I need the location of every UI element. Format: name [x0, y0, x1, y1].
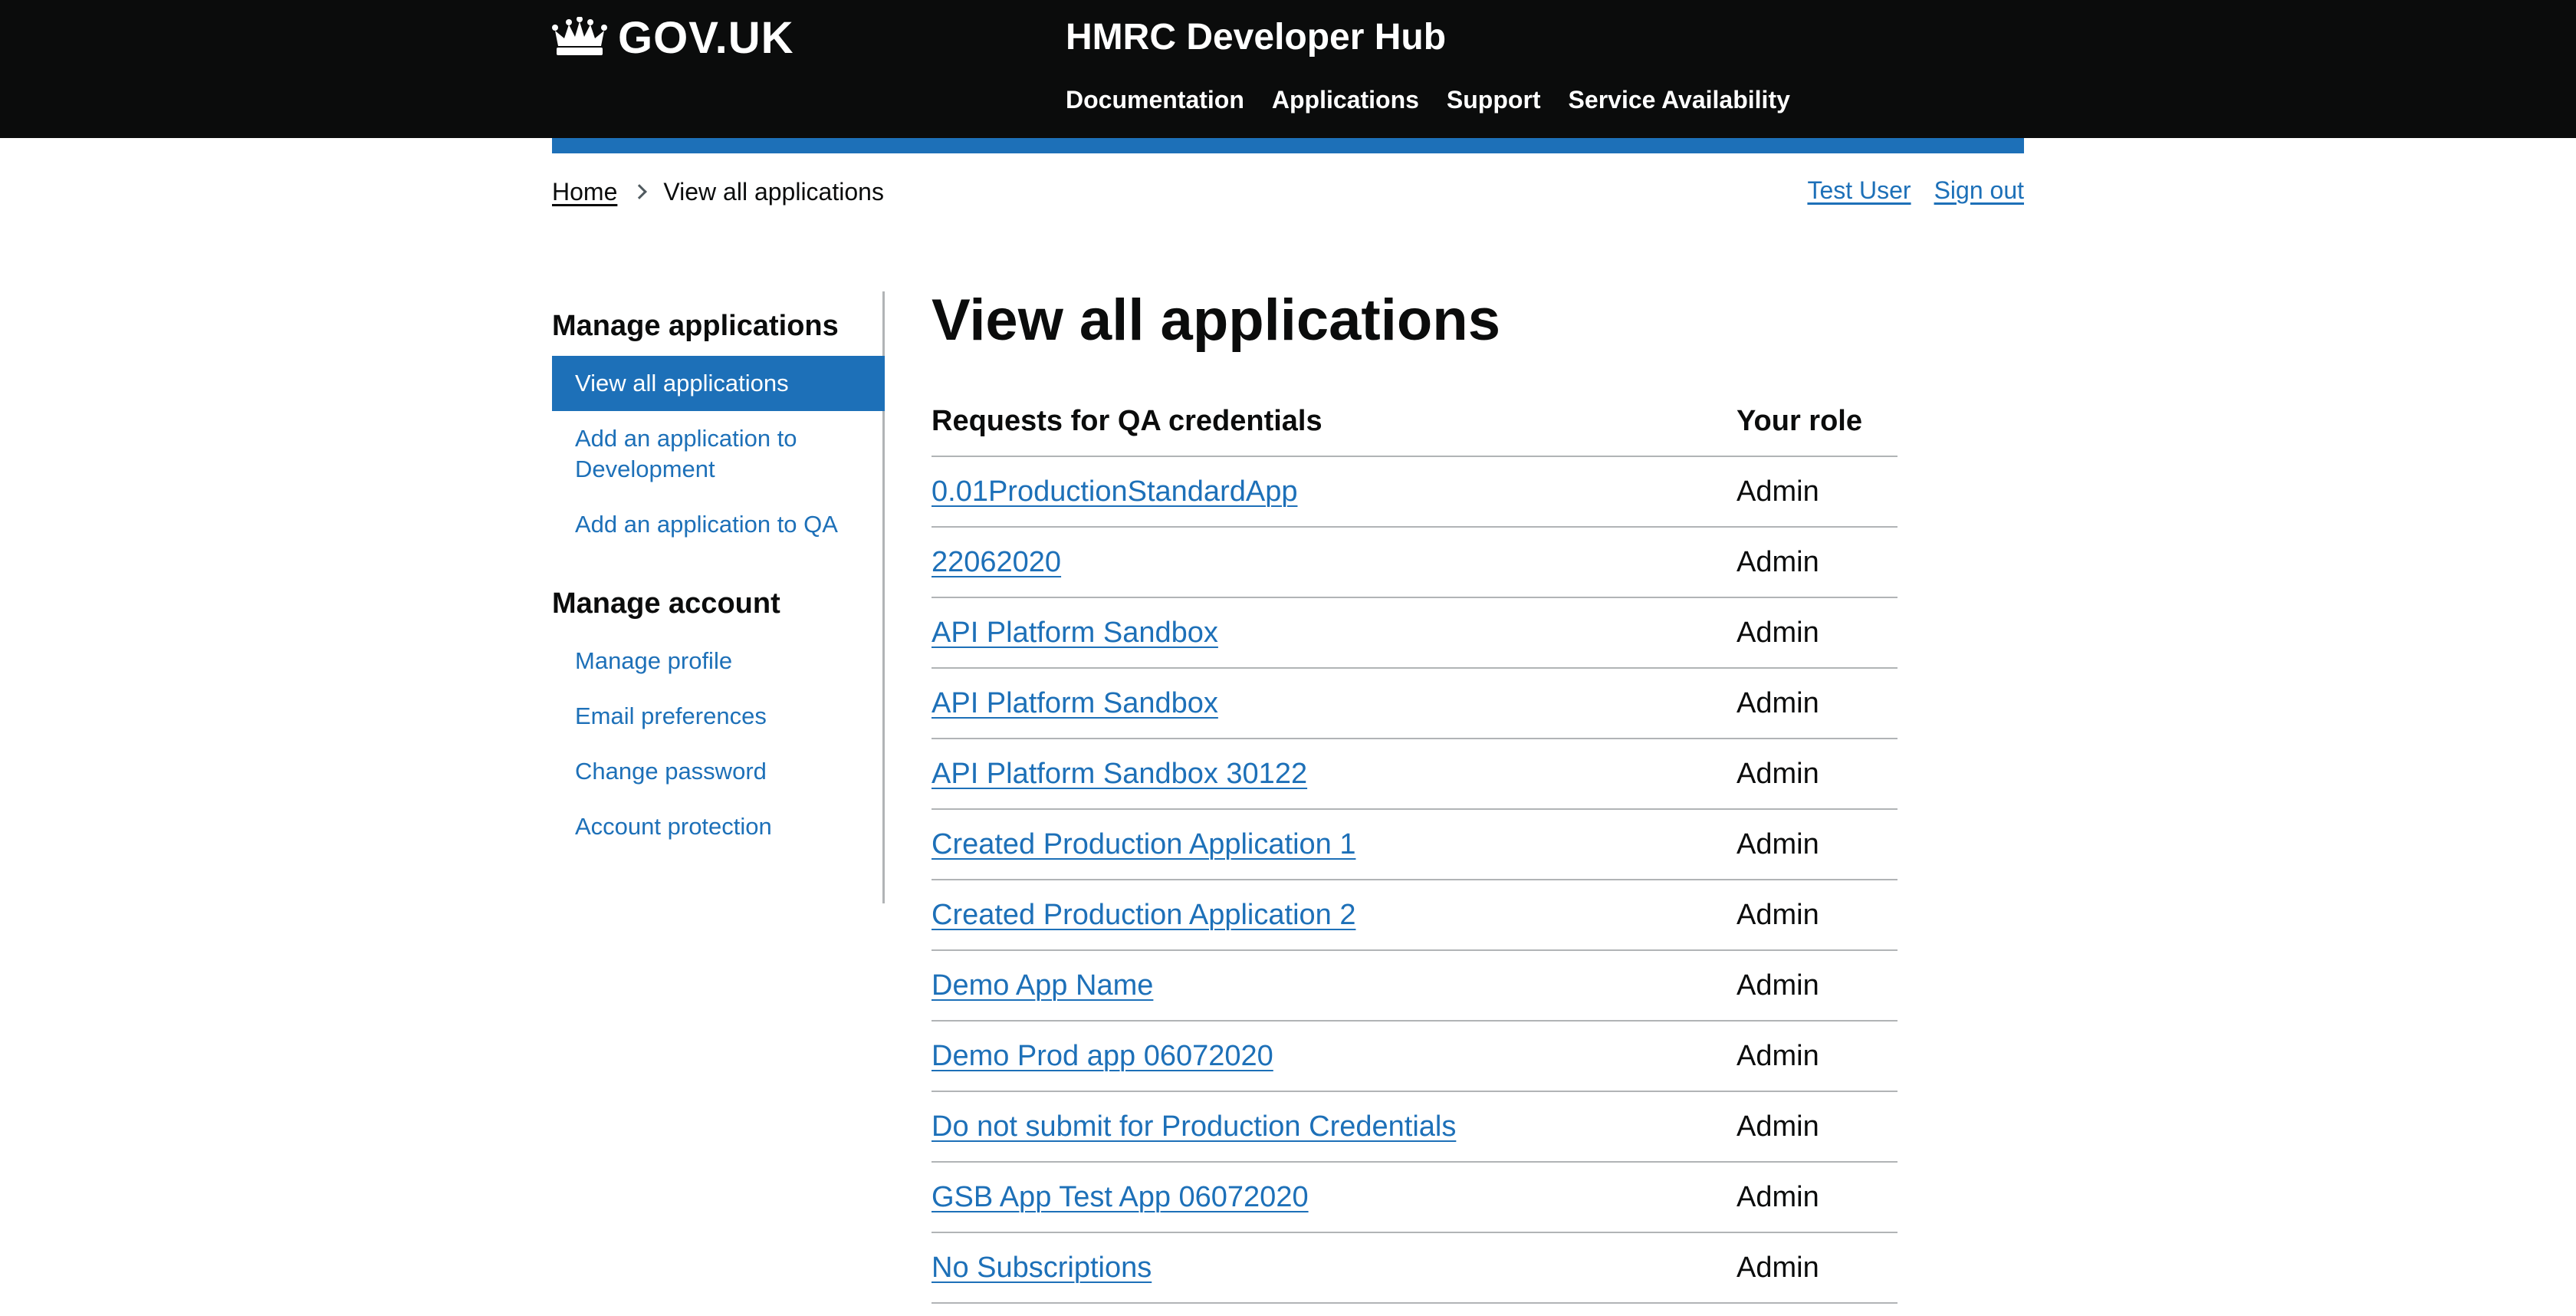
manage-account-heading: Manage account [552, 587, 780, 620]
sidebar-item-account-protection[interactable]: Account protection [552, 799, 885, 854]
application-name-cell: GSB App Test App 06072020 [932, 1162, 1737, 1233]
application-role-cell: Admin [1737, 1091, 1898, 1163]
table-row: API Platform Sandbox Admin [932, 668, 1898, 739]
application-link[interactable]: Created Production Application 1 [932, 828, 1355, 860]
sidebar: Manage applications View all application… [552, 291, 885, 903]
table-row: 22062020 Admin [932, 527, 1898, 598]
application-role-cell: Admin [1737, 1232, 1898, 1304]
table-row: 0.01ProductionStandardApp Admin [932, 456, 1898, 528]
table-row: Created Production Application 2 Admin [932, 880, 1898, 951]
application-role-cell: Admin [1737, 1162, 1898, 1233]
sidebar-item-view-all-applications[interactable]: View all applications [552, 356, 885, 411]
sidebar-item-manage-profile[interactable]: Manage profile [552, 633, 885, 689]
table-row: API Platform Sandbox Admin [932, 597, 1898, 669]
column-header-role: Your role [1737, 397, 1898, 457]
table-row: API Platform Sandbox 30122 Admin [932, 739, 1898, 810]
sidebar-item-change-password[interactable]: Change password [552, 744, 885, 799]
table-row: No Subscriptions Admin [932, 1232, 1898, 1304]
crown-icon [552, 17, 607, 55]
nav-documentation[interactable]: Documentation [1066, 83, 1244, 117]
application-name-cell: 22062020 [932, 527, 1737, 598]
application-name-cell: Do not submit for Production Credentials [932, 1091, 1737, 1163]
application-name-cell: API Platform Sandbox 30122 [932, 739, 1737, 810]
govuk-logo-link[interactable]: GOV.UK [552, 12, 794, 63]
logo-text: GOV.UK [618, 12, 794, 63]
application-link[interactable]: API Platform Sandbox [932, 617, 1218, 649]
application-name-cell: No Subscriptions [932, 1232, 1737, 1304]
application-name-cell: Demo Prod app 06072020 [932, 1021, 1737, 1092]
nav-service-availability[interactable]: Service Availability [1569, 83, 1790, 117]
table-row: Demo App Name Admin [932, 950, 1898, 1022]
table-header-row: Requests for QA credentials Your role [932, 397, 1898, 457]
table-row: Created Production Application 1 Admin [932, 809, 1898, 880]
application-role-cell: Admin [1737, 809, 1898, 880]
table-row: Do not submit for Production Credentials… [932, 1091, 1898, 1163]
application-role-cell: Admin [1737, 880, 1898, 951]
application-link[interactable]: 22062020 [932, 546, 1061, 578]
page-title: View all applications [932, 288, 1500, 353]
header-blue-bar [552, 138, 2024, 153]
sidebar-item-add-application-development[interactable]: Add an application to Development [552, 411, 885, 497]
application-role-cell: Admin [1737, 1021, 1898, 1092]
applications-table: Requests for QA credentials Your role 0.… [932, 397, 1898, 1304]
application-name-cell: API Platform Sandbox [932, 597, 1737, 669]
user-links: Test User Sign out [1807, 173, 2024, 207]
application-link[interactable]: API Platform Sandbox [932, 687, 1218, 719]
main-navigation: Documentation Applications Support Servi… [1066, 83, 1790, 117]
breadcrumb-home-link[interactable]: Home [552, 175, 617, 209]
user-name-link[interactable]: Test User [1807, 173, 1911, 207]
application-link[interactable]: Do not submit for Production Credentials [932, 1110, 1456, 1143]
application-name-cell: API Platform Sandbox [932, 668, 1737, 739]
chevron-right-icon [632, 184, 648, 199]
application-role-cell: Admin [1737, 668, 1898, 739]
table-row: Demo Prod app 06072020 Admin [932, 1021, 1898, 1092]
application-role-cell: Admin [1737, 950, 1898, 1022]
sign-out-link[interactable]: Sign out [1934, 173, 2024, 207]
sidebar-item-email-preferences[interactable]: Email preferences [552, 689, 885, 744]
breadcrumb-current: View all applications [663, 178, 884, 206]
application-role-cell: Admin [1737, 527, 1898, 598]
column-header-name: Requests for QA credentials [932, 397, 1737, 457]
nav-applications[interactable]: Applications [1272, 83, 1419, 117]
manage-applications-heading: Manage applications [552, 310, 839, 342]
application-role-cell: Admin [1737, 456, 1898, 528]
application-name-cell: Demo App Name [932, 950, 1737, 1022]
sidebar-item-add-application-qa[interactable]: Add an application to QA [552, 497, 885, 552]
application-role-cell: Admin [1737, 739, 1898, 810]
table-body: 0.01ProductionStandardApp Admin 22062020 Ad… [932, 456, 1898, 1304]
application-link[interactable]: Created Production Application 2 [932, 899, 1355, 931]
breadcrumb: Home View all applications [552, 175, 884, 209]
service-name[interactable]: HMRC Developer Hub [1066, 14, 1446, 61]
application-name-cell: 0.01ProductionStandardApp [932, 456, 1737, 528]
site-header: GOV.UK HMRC Developer Hub Documentation … [0, 0, 2576, 138]
application-link[interactable]: Demo Prod app 06072020 [932, 1040, 1273, 1072]
nav-support[interactable]: Support [1447, 83, 1541, 117]
application-role-cell: Admin [1737, 597, 1898, 669]
application-link[interactable]: API Platform Sandbox 30122 [932, 758, 1307, 790]
main-content: View all applications Requests for QA cr… [932, 284, 1898, 1304]
table-row: GSB App Test App 06072020 Admin [932, 1162, 1898, 1233]
application-link[interactable]: No Subscriptions [932, 1252, 1152, 1284]
application-link[interactable]: GSB App Test App 06072020 [932, 1181, 1309, 1213]
application-link[interactable]: Demo App Name [932, 969, 1153, 1002]
application-name-cell: Created Production Application 1 [932, 809, 1737, 880]
application-name-cell: Created Production Application 2 [932, 880, 1737, 951]
application-link[interactable]: 0.01ProductionStandardApp [932, 475, 1297, 508]
